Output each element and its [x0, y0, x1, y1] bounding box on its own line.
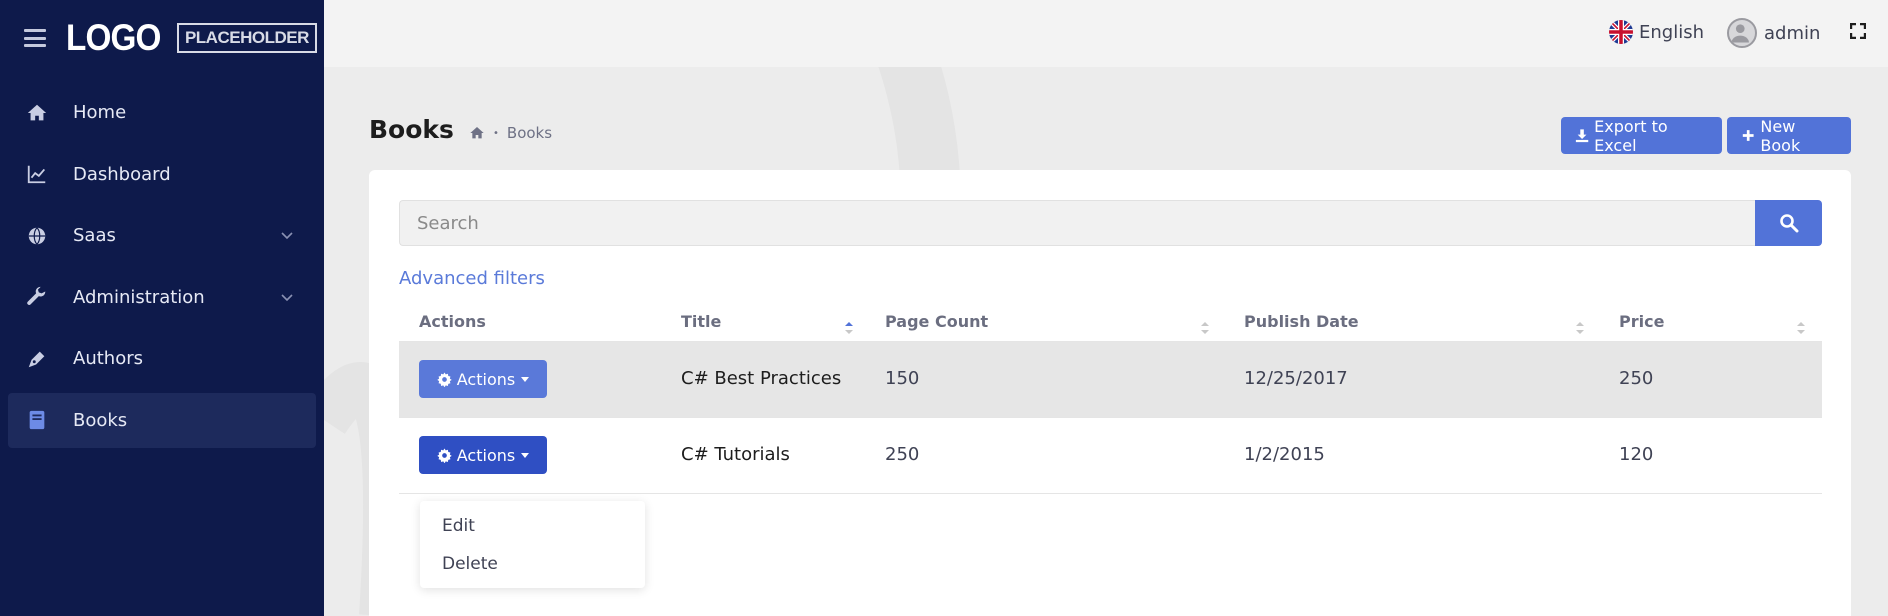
export-label: Export to Excel [1594, 116, 1668, 155]
sidebar-item-label: Home [73, 102, 127, 123]
column-header-page-count[interactable]: Page Count [885, 312, 988, 331]
user-menu[interactable]: admin [1727, 18, 1820, 48]
sidebar-item-label: Books [73, 409, 128, 431]
sort-icon[interactable] [845, 322, 853, 334]
chevron-down-icon [281, 232, 293, 240]
actions-label: Actions [456, 369, 516, 389]
globe-icon [25, 225, 49, 247]
caret-down-icon [521, 376, 530, 382]
chevron-down-icon [281, 293, 293, 301]
new-book-label: New Book [1760, 116, 1801, 155]
column-header-price[interactable]: Price [1619, 312, 1664, 331]
language-label: English [1639, 21, 1704, 43]
book-icon [25, 409, 49, 431]
chart-line-icon [25, 163, 49, 185]
table-header: Actions Title Page Count Publish Date Pr… [399, 300, 1822, 342]
cell-price: 250 [1619, 368, 1654, 389]
menu-item-delete[interactable]: Delete [420, 545, 645, 583]
menu-item-edit[interactable]: Edit [420, 507, 645, 545]
avatar [1727, 18, 1757, 48]
column-header-title[interactable]: Title [681, 312, 721, 331]
menu-toggle-icon[interactable] [24, 29, 46, 47]
column-header-actions: Actions [419, 312, 486, 331]
gear-icon [437, 371, 452, 387]
sidebar-item-label: Dashboard [73, 163, 171, 185]
books-table: Actions Title Page Count Publish Date Pr… [399, 300, 1822, 494]
breadcrumb-current: Books [506, 124, 553, 142]
sidebar: LOGO PLACEHOLDER Home Dashboard Saas Adm… [0, 0, 324, 616]
search-bar [399, 200, 1822, 246]
advanced-filters-link[interactable]: Advanced filters [399, 268, 545, 289]
cell-publish-date: 1/2/2015 [1244, 444, 1325, 465]
sort-icon[interactable] [1201, 322, 1209, 334]
cell-price: 120 [1619, 444, 1654, 465]
row-actions-button[interactable]: Actions [419, 360, 547, 398]
row-actions-button[interactable]: Actions [419, 436, 547, 474]
sidebar-item-administration[interactable]: Administration [8, 270, 316, 325]
cell-publish-date: 12/25/2017 [1244, 368, 1348, 389]
sidebar-item-books[interactable]: Books [8, 392, 316, 448]
username-label: admin [1764, 22, 1821, 44]
language-selector[interactable]: English [1609, 20, 1704, 44]
new-book-button[interactable]: New Book [1727, 116, 1851, 155]
gear-icon [437, 447, 452, 463]
download-icon [1575, 129, 1589, 143]
fullscreen-icon[interactable] [1850, 23, 1866, 39]
actions-dropdown-menu: Edit Delete [420, 501, 645, 588]
logo[interactable]: LOGO PLACEHOLDER [66, 17, 317, 59]
breadcrumb-separator: • [493, 127, 499, 139]
breadcrumb: • Books [469, 124, 552, 142]
sidebar-item-label: Saas [73, 225, 116, 246]
actions-label: Actions [456, 445, 516, 465]
sidebar-nav: Home Dashboard Saas Administration Autho… [0, 85, 324, 448]
plus-icon [1742, 130, 1754, 141]
sidebar-item-home[interactable]: Home [8, 85, 316, 140]
column-header-publish-date[interactable]: Publish Date [1244, 312, 1359, 331]
page-title: Books [369, 115, 454, 144]
sort-icon[interactable] [1576, 322, 1584, 334]
sort-icon[interactable] [1797, 322, 1805, 334]
home-icon [25, 102, 49, 124]
cell-page-count: 250 [885, 444, 920, 465]
cell-page-count: 150 [885, 368, 920, 389]
home-icon[interactable] [469, 125, 485, 141]
wrench-icon [25, 286, 49, 308]
cell-title: C# Tutorials [681, 444, 790, 465]
pen-icon [25, 348, 49, 370]
sidebar-item-authors[interactable]: Authors [8, 331, 316, 386]
sidebar-item-dashboard[interactable]: Dashboard [8, 147, 316, 202]
sidebar-item-saas[interactable]: Saas [8, 208, 316, 263]
logo-sub-text: PLACEHOLDER [176, 23, 317, 53]
cell-title: C# Best Practices [681, 368, 842, 389]
caret-down-icon [521, 452, 530, 458]
search-input[interactable] [399, 200, 1755, 246]
table-row[interactable]: Actions C# Best Practices 150 12/25/2017… [399, 342, 1822, 418]
sidebar-header: LOGO PLACEHOLDER [0, 0, 324, 76]
search-button[interactable] [1755, 200, 1822, 246]
logo-main-text: LOGO [66, 17, 161, 58]
search-icon [1779, 214, 1798, 233]
uk-flag-icon [1609, 20, 1633, 44]
table-row[interactable]: Actions C# Tutorials 250 1/2/2015 120 [399, 418, 1822, 494]
export-to-excel-button[interactable]: Export to Excel [1561, 116, 1722, 155]
sidebar-item-label: Authors [73, 348, 143, 369]
sidebar-item-label: Administration [73, 286, 205, 308]
